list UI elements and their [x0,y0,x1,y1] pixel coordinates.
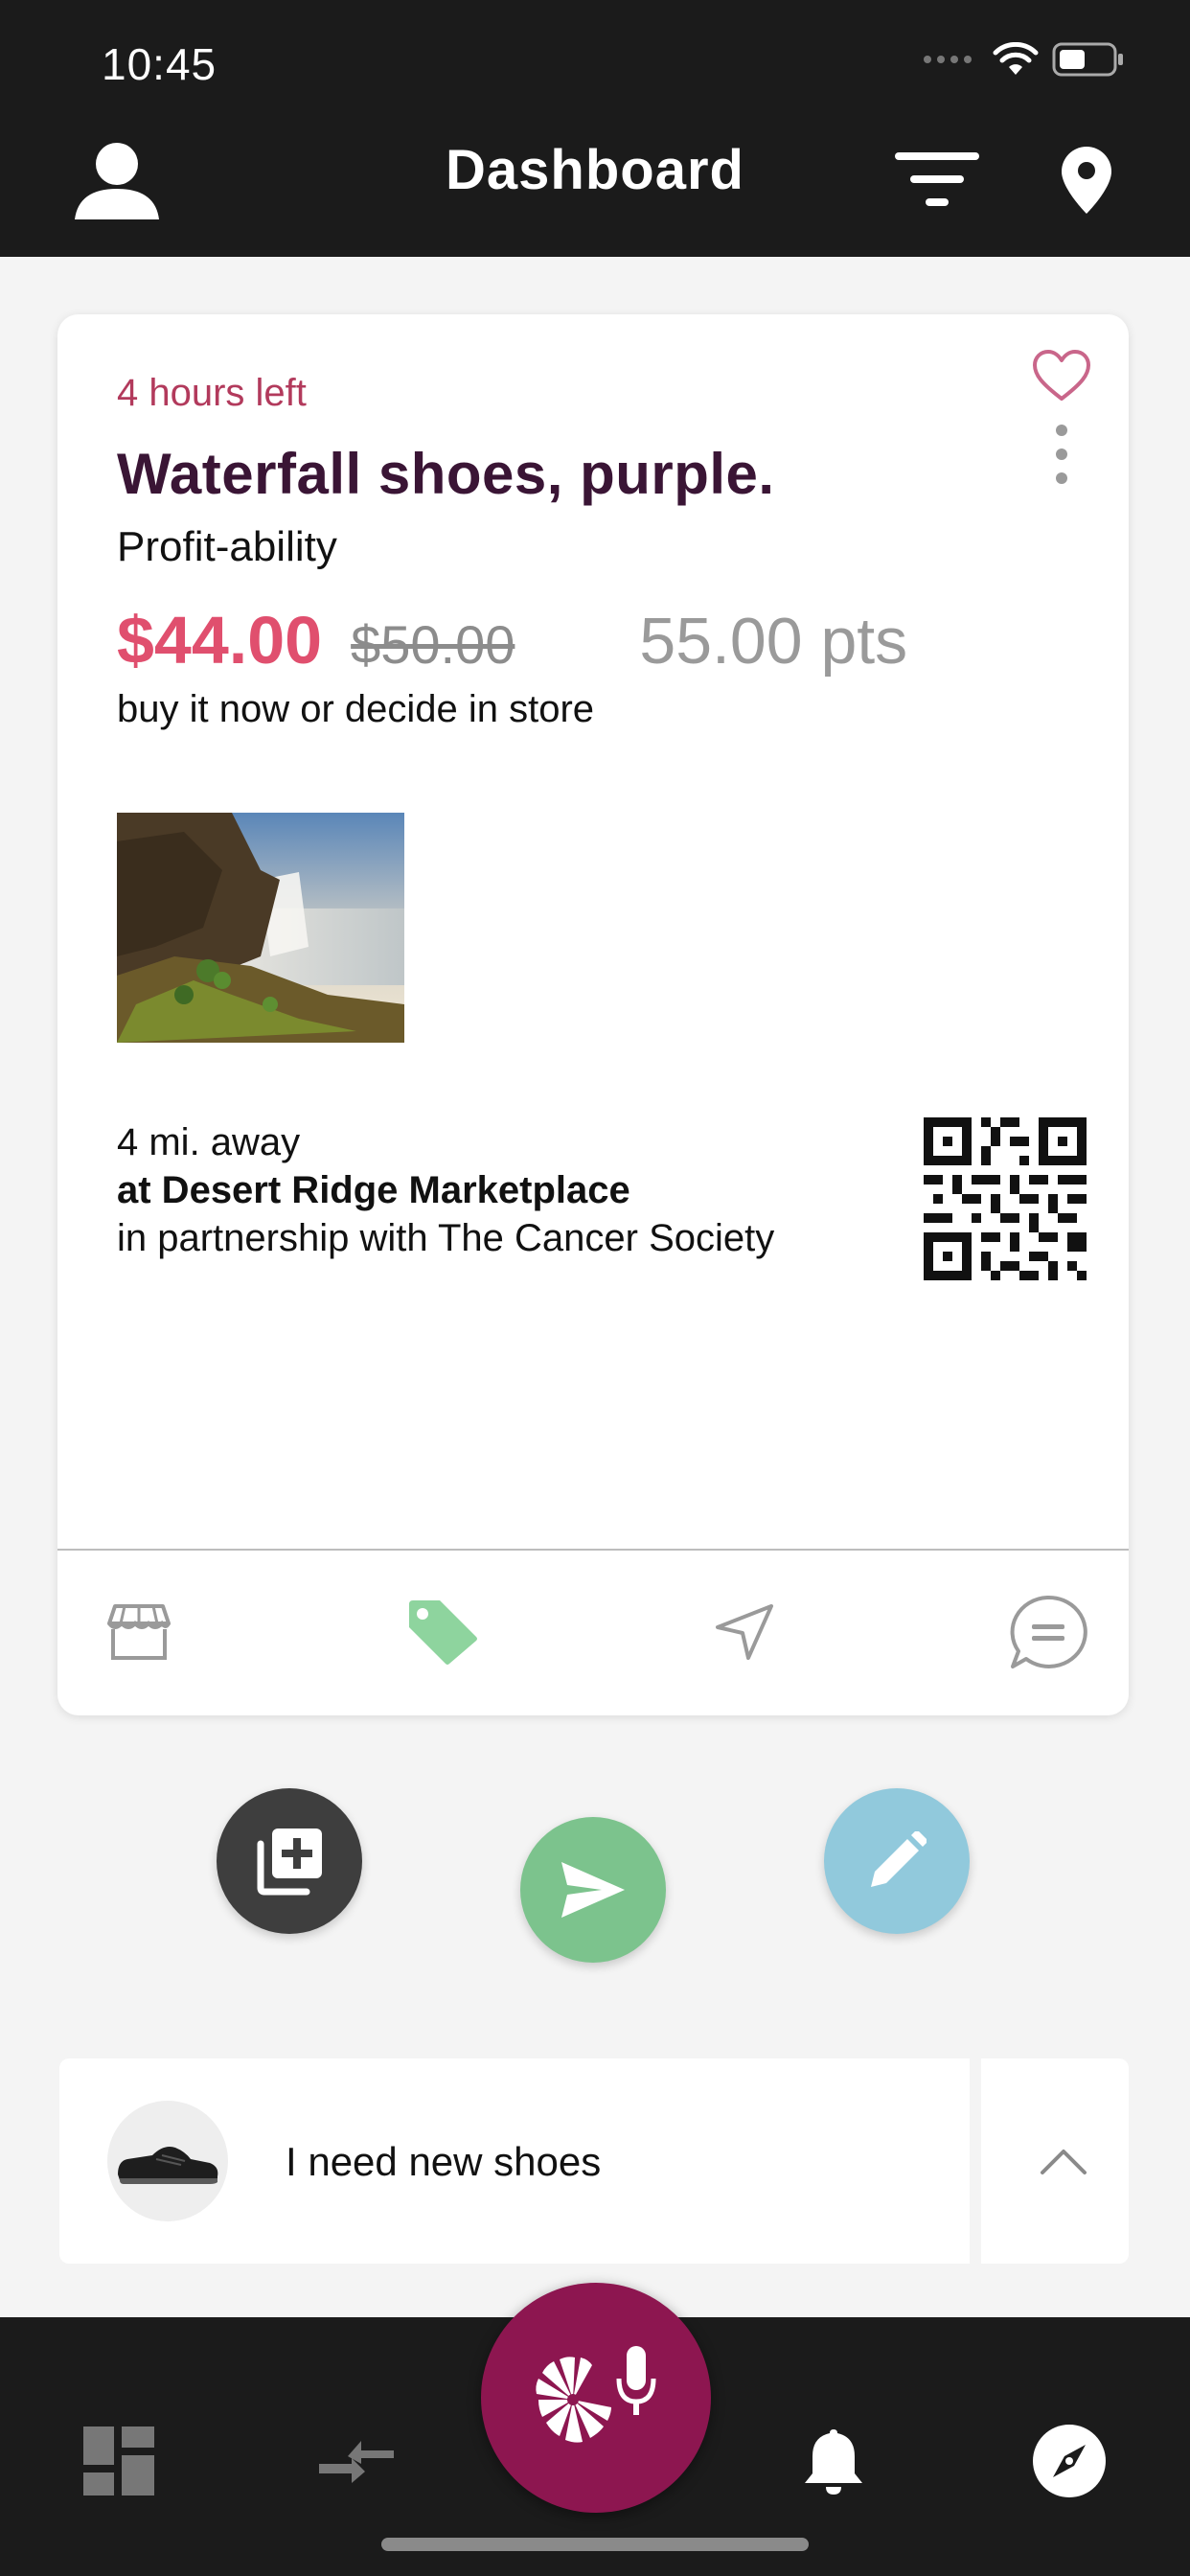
send-location-icon [716,1604,773,1660]
purchase-hint: buy it now or decide in store [117,688,595,730]
location-label: at Desert Ridge Marketplace [117,1169,630,1211]
qr-code-icon [924,1117,1087,1280]
partner-label: in partnership with The Cancer Society [117,1217,775,1259]
send-button[interactable] [520,1817,666,1963]
more-dot-icon [1056,472,1067,485]
need-bar[interactable]: I need new shoes [59,2058,1129,2264]
add-to-collection-button[interactable] [217,1788,362,1934]
filter-button[interactable] [891,134,983,226]
favorite-button[interactable] [1027,341,1096,410]
tag-icon [409,1600,477,1665]
more-options-button[interactable] [1042,418,1081,491]
need-divider [970,2058,981,2264]
bell-icon [805,2429,862,2495]
original-price: $50.00 [351,614,515,675]
more-dot-icon [1056,448,1067,460]
price-row: $44.00 $50.00 55.00 pts [117,602,907,678]
add-to-collection-icon [257,1828,322,1896]
tab-explore[interactable] [1021,2413,1117,2509]
time-left-label: 4 hours left [117,372,307,414]
status-icons [922,42,1125,77]
heart-icon [1033,350,1090,401]
offer-title: Waterfall shoes, purple. [117,442,775,506]
top-header: 10:45 Dashboard [0,0,1190,257]
location-pin-icon [1062,147,1111,214]
chevron-up-icon [1041,2150,1087,2174]
battery-icon [1052,42,1123,77]
store-button[interactable] [96,1589,182,1675]
tab-notifications[interactable] [786,2413,881,2509]
edit-icon [871,1831,927,1887]
tab-dashboard[interactable] [71,2413,167,2509]
store-icon [107,1604,171,1660]
status-time: 10:45 [102,39,217,89]
tab-swap[interactable] [309,2413,404,2509]
signal-icon [924,56,972,63]
need-avatar [107,2101,228,2221]
sneaker-icon [118,2147,218,2184]
distance-label: 4 mi. away [117,1121,301,1163]
tag-button[interactable] [399,1589,485,1675]
qr-code[interactable] [924,1117,1087,1280]
send-icon [561,1862,625,1918]
need-text: I need new shoes [286,2139,602,2184]
dashboard-icon [83,2426,154,2496]
points-value: 55.00 pts [639,605,908,678]
expand-toggle-button[interactable] [1018,2116,1110,2208]
chat-icon [1010,1595,1087,1668]
offer-card[interactable]: 4 hours left Waterfall shoes, purple. Pr… [57,314,1129,1715]
voice-assistant-icon [536,2346,656,2443]
filter-icon [895,152,979,206]
location-button[interactable] [1041,134,1133,226]
compass-icon [1033,2425,1106,2497]
chat-button[interactable] [1004,1589,1090,1675]
send-location-button[interactable] [701,1589,788,1675]
sale-price: $44.00 [117,603,323,678]
offer-photo[interactable] [117,813,404,1043]
edit-button[interactable] [824,1788,970,1934]
voice-assistant-button[interactable] [481,2283,711,2513]
more-dot-icon [1056,424,1067,436]
card-action-bar [57,1551,1129,1715]
waterfall-image [117,813,404,1043]
swap-icon [319,2441,394,2483]
page-title: Dashboard [446,139,744,201]
wifi-icon [993,42,1039,75]
merchant-name: Profit-ability [117,523,337,570]
home-indicator[interactable] [381,2538,809,2551]
